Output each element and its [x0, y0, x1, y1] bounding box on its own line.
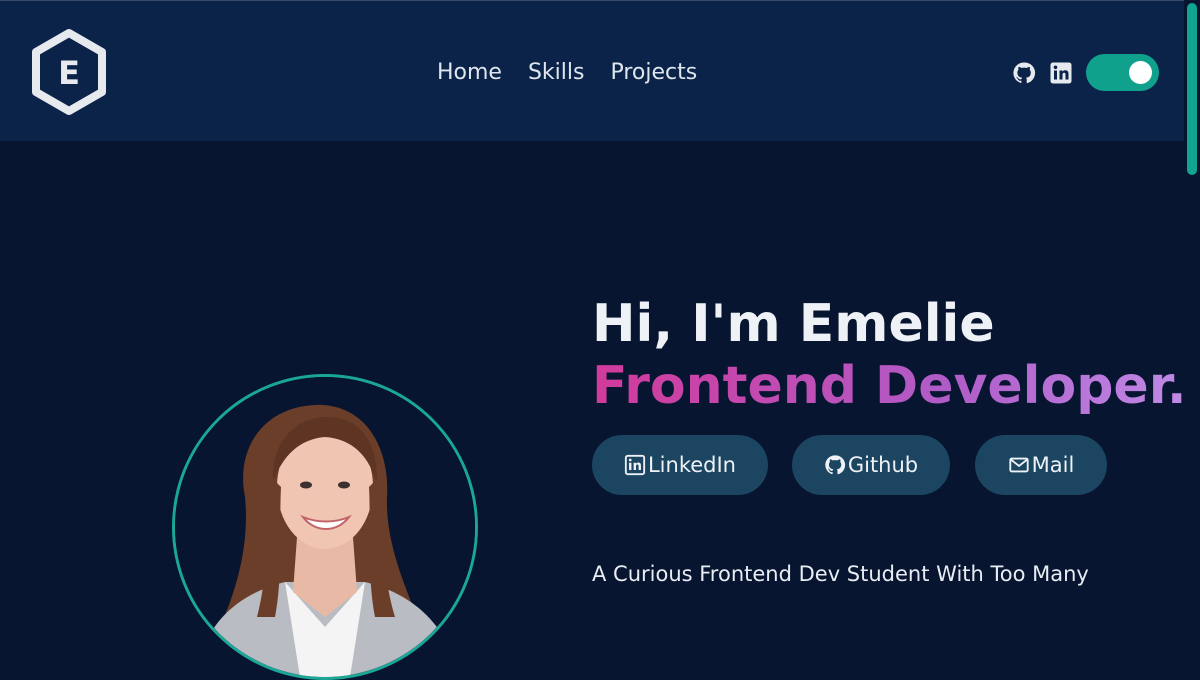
site-header: E Home Skills Projects — [0, 1, 1184, 141]
linkedin-icon[interactable] — [1049, 61, 1073, 85]
tagline-text: A Curious Frontend Dev Student With Too … — [592, 562, 1089, 586]
role-text: Frontend Developer. — [592, 356, 1187, 416]
github-icon[interactable] — [1012, 61, 1036, 85]
main-nav: Home Skills Projects — [437, 59, 697, 87]
mail-label: Mail — [1031, 453, 1075, 477]
github-button[interactable]: Github — [792, 435, 950, 495]
logo-letter: E — [58, 54, 80, 92]
scrollbar-thumb[interactable] — [1187, 3, 1197, 175]
linkedin-button[interactable]: LinkedIn — [592, 435, 768, 495]
nav-skills[interactable]: Skills — [528, 59, 585, 87]
toggle-knob — [1129, 61, 1152, 84]
github-icon — [825, 455, 846, 475]
nav-home[interactable]: Home — [437, 59, 502, 87]
linkedin-label: LinkedIn — [647, 453, 736, 477]
mail-icon — [1009, 457, 1029, 473]
profile-photo — [172, 374, 478, 680]
portrait-image — [175, 377, 475, 677]
hexagon-logo-icon: E — [32, 29, 106, 115]
hero-heading: Hi, I'm Emelie Frontend Developer. — [592, 293, 1187, 417]
nav-projects[interactable]: Projects — [610, 59, 697, 87]
theme-toggle[interactable] — [1086, 54, 1159, 91]
logo[interactable]: E — [28, 27, 110, 117]
github-label: Github — [847, 453, 919, 477]
linkedin-icon — [624, 454, 646, 476]
greeting-text: Hi, I'm Emelie — [592, 294, 995, 354]
mail-button[interactable]: Mail — [975, 435, 1107, 495]
